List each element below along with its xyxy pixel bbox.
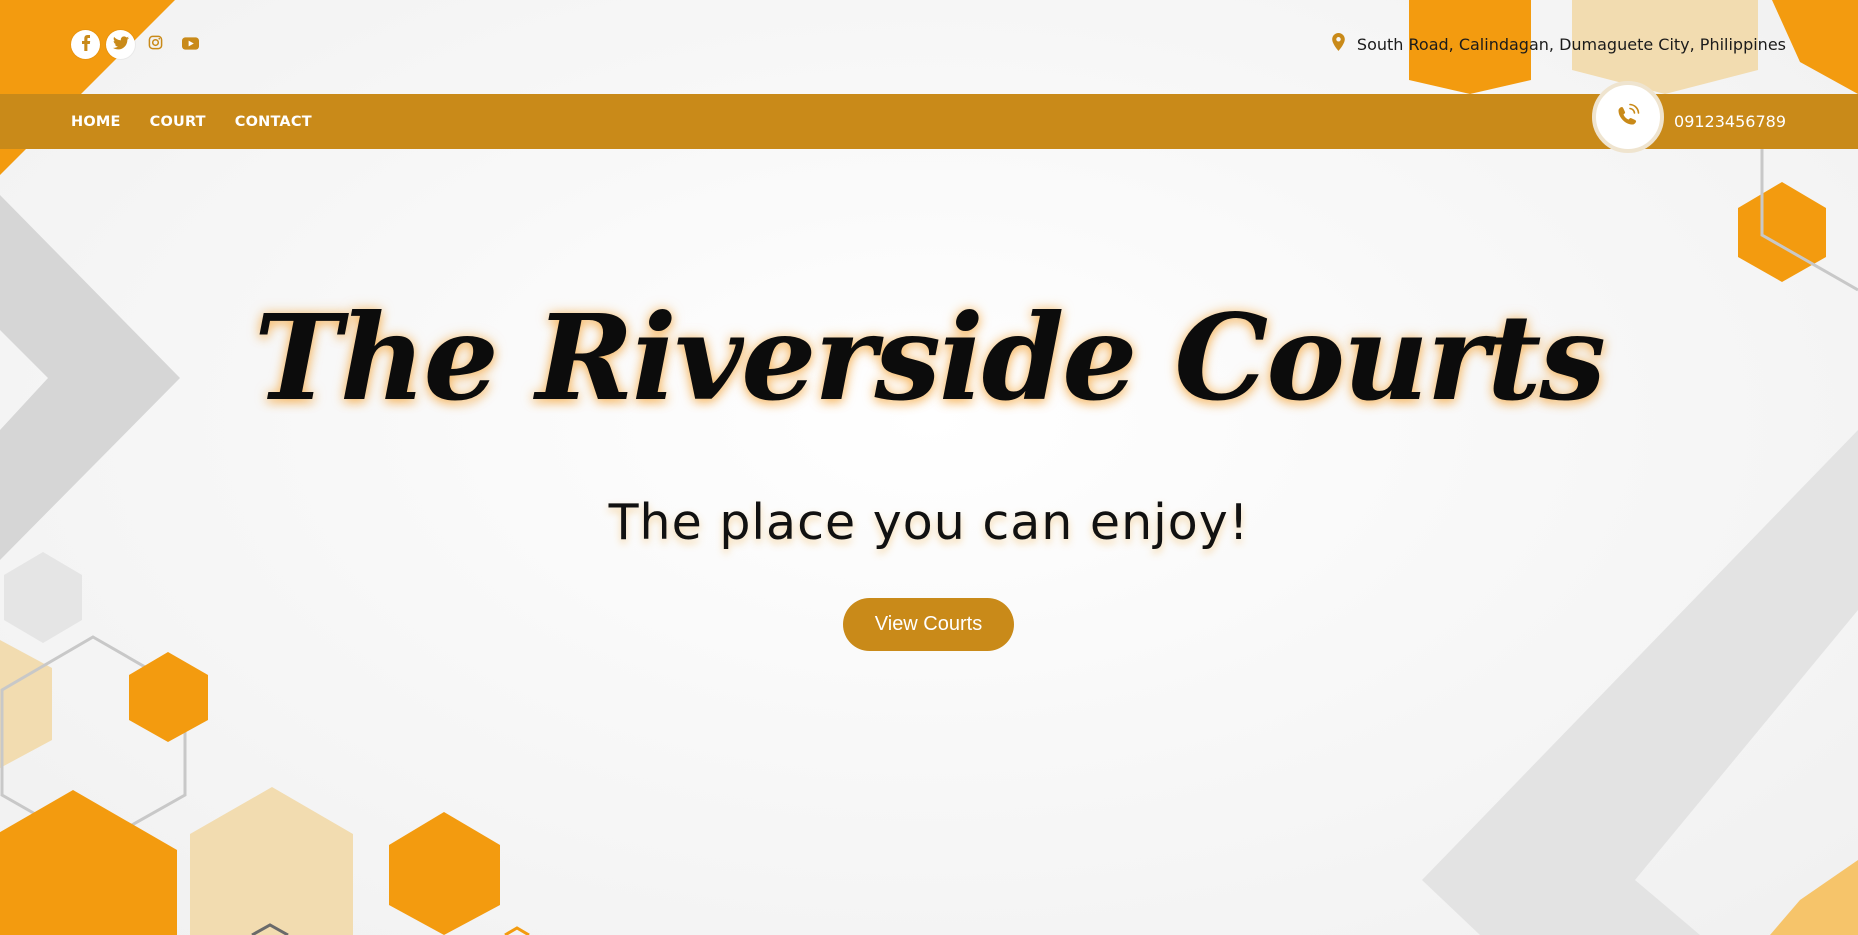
view-courts-button[interactable]: View Courts (843, 598, 1014, 651)
nav-item-home[interactable]: HOME (71, 114, 121, 130)
youtube-link[interactable] (176, 30, 205, 59)
phone-icon (1613, 100, 1643, 134)
instagram-link[interactable] (141, 30, 170, 59)
hero-section: The Riverside Courts The place you can e… (0, 149, 1858, 935)
navbar: HOME COURT CONTACT 09123456789 (0, 81, 1858, 153)
address-text: South Road, Calindagan, Dumaguete City, … (1356, 34, 1786, 54)
instagram-icon (148, 35, 163, 54)
facebook-link[interactable] (71, 30, 100, 59)
hero-subtitle: The place you can enjoy! (608, 494, 1250, 551)
twitter-icon (112, 35, 129, 54)
phone-number[interactable]: 09123456789 (1674, 112, 1786, 131)
youtube-icon (182, 35, 199, 54)
phone-contact: 09123456789 (1592, 81, 1786, 153)
address: South Road, Calindagan, Dumaguete City, … (1332, 33, 1786, 55)
call-button[interactable] (1592, 81, 1665, 153)
social-links (71, 30, 205, 59)
main-nav: HOME COURT CONTACT (71, 94, 312, 149)
nav-item-contact[interactable]: CONTACT (235, 114, 312, 130)
nav-item-court[interactable]: COURT (150, 114, 206, 130)
top-bar: South Road, Calindagan, Dumaguete City, … (0, 0, 1858, 94)
hero-title: The Riverside Courts (254, 288, 1606, 427)
facebook-icon (79, 34, 93, 55)
map-pin-icon (1332, 33, 1345, 55)
twitter-link[interactable] (106, 30, 135, 59)
